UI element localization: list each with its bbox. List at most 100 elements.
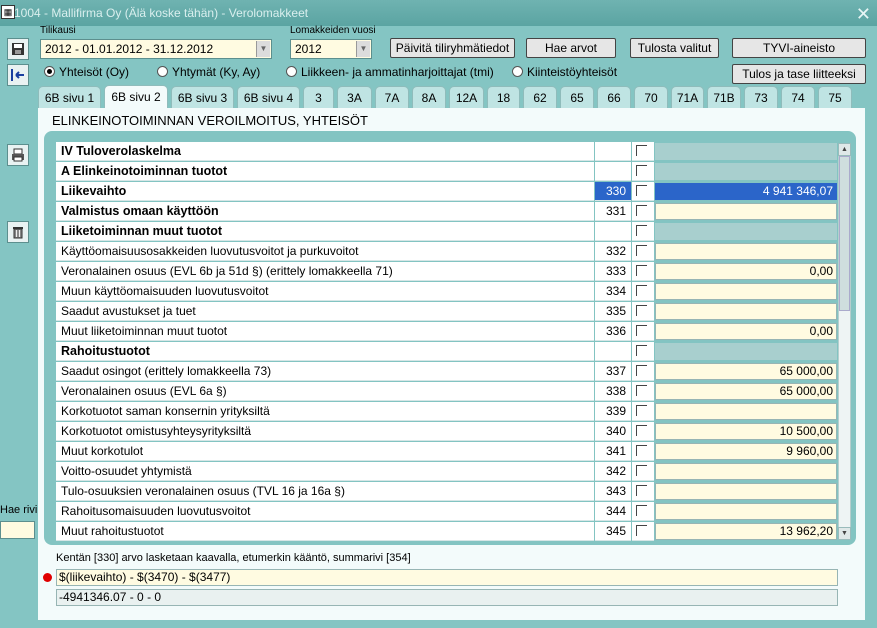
row-checkbox[interactable] (632, 222, 654, 241)
row-checkbox[interactable] (632, 242, 654, 261)
result-field: -4941346.07 - 0 - 0 (56, 589, 838, 606)
row-value[interactable]: 13 962,20 (655, 523, 837, 540)
row-value[interactable]: 10 500,00 (655, 423, 837, 440)
row-value[interactable]: 65 000,00 (655, 383, 837, 400)
row-value[interactable]: 0,00 (655, 323, 837, 340)
tab-12a[interactable]: 12A (449, 86, 484, 108)
tab-7a[interactable]: 7A (375, 86, 409, 108)
scroll-up-icon[interactable]: ▲ (838, 143, 851, 156)
row-label: Tulo-osuuksien veronalainen osuus (TVL 1… (56, 482, 594, 501)
radio-dot (44, 66, 55, 77)
tyvi-button[interactable]: TYVI-aineisto (732, 38, 866, 58)
row-value[interactable] (655, 283, 837, 300)
row-label: Veronalainen osuus (EVL 6a §) (56, 382, 594, 401)
delete-icon[interactable] (7, 221, 29, 243)
row-value[interactable] (655, 403, 837, 420)
row-checkbox[interactable] (632, 302, 654, 321)
title-bar: ▦ 1004 - Mallifirma Oy (Älä koske tähän)… (0, 0, 877, 26)
row-checkbox[interactable] (632, 362, 654, 381)
radio-dot (512, 66, 523, 77)
row-label: Rahoitusomaisuuden luovutusvoitot (56, 502, 594, 521)
row-label: A Elinkeinotoiminnan tuotot (56, 162, 594, 181)
tab-71b[interactable]: 71B (707, 86, 741, 108)
row-checkbox[interactable] (632, 522, 654, 541)
tab-62[interactable]: 62 (523, 86, 557, 108)
tab-65[interactable]: 65 (560, 86, 594, 108)
print-icon[interactable] (7, 144, 29, 166)
tab-6b-sivu-1[interactable]: 6B sivu 1 (38, 86, 101, 108)
row-label: Veronalainen osuus (EVL 6b ja 51d §) (er… (56, 262, 594, 281)
row-checkbox[interactable] (632, 322, 654, 341)
radio-dot (157, 66, 168, 77)
row-checkbox[interactable] (632, 382, 654, 401)
tab-66[interactable]: 66 (597, 86, 631, 108)
row-checkbox[interactable] (632, 282, 654, 301)
row-label: Korkotuotot saman konsernin yrityksiltä (56, 402, 594, 421)
tab-8a[interactable]: 8A (412, 86, 446, 108)
row-value[interactable]: 4 941 346,07 (655, 183, 837, 200)
row-label: Rahoitustuotot (56, 342, 594, 361)
row-checkbox[interactable] (632, 262, 654, 281)
paivita-button[interactable]: Päivitä tiliryhmätiedot (390, 38, 515, 58)
row-label: Valmistus omaan käyttöön (56, 202, 594, 221)
chevron-down-icon: ▼ (256, 41, 270, 57)
tab-6b-sivu-2[interactable]: 6B sivu 2 (104, 85, 168, 109)
chevron-down-icon: ▼ (356, 41, 370, 57)
scroll-down-icon[interactable]: ▼ (838, 527, 851, 540)
row-code: 340 (595, 422, 631, 441)
tab-3a[interactable]: 3A (337, 86, 372, 108)
radio-yhteisot[interactable]: Yhteisöt (Oy) (44, 65, 129, 79)
row-checkbox[interactable] (632, 342, 654, 361)
app-icon: ▦ (1, 5, 15, 19)
tab-6b-sivu-3[interactable]: 6B sivu 3 (171, 86, 234, 108)
row-checkbox[interactable] (632, 482, 654, 501)
row-value[interactable]: 0,00 (655, 263, 837, 280)
exit-icon[interactable] (7, 64, 29, 86)
row-checkbox[interactable] (632, 462, 654, 481)
tab-70[interactable]: 70 (634, 86, 668, 108)
row-code: 344 (595, 502, 631, 521)
tab-3[interactable]: 3 (303, 86, 334, 108)
tab-75[interactable]: 75 (818, 86, 852, 108)
tab-71a[interactable]: 71A (671, 86, 704, 108)
row-value[interactable] (655, 503, 837, 520)
row-checkbox[interactable] (632, 162, 654, 181)
tab-74[interactable]: 74 (781, 86, 815, 108)
row-checkbox[interactable] (632, 142, 654, 161)
hae-arvot-button[interactable]: Hae arvot (526, 38, 616, 58)
row-value[interactable]: 9 960,00 (655, 443, 837, 460)
radio-kiinteisto[interactable]: Kiinteistöyhteisöt (512, 65, 617, 79)
radio-liikkeen[interactable]: Liikkeen- ja ammatinharjoittajat (tmi) (286, 65, 494, 79)
tab-73[interactable]: 73 (744, 86, 778, 108)
row-value[interactable] (655, 243, 837, 260)
row-code: 338 (595, 382, 631, 401)
row-value[interactable]: 65 000,00 (655, 363, 837, 380)
row-checkbox[interactable] (632, 182, 654, 201)
tulosta-button[interactable]: Tulosta valitut (630, 38, 719, 58)
radio-yhtymat[interactable]: Yhtymät (Ky, Ay) (157, 65, 260, 79)
hae-rivi-label: Hae rivi (0, 504, 38, 516)
hae-rivi-input[interactable] (0, 521, 35, 539)
tilikausi-label: Tilikausi (40, 25, 76, 36)
row-value[interactable] (655, 463, 837, 480)
scroll-thumb[interactable] (839, 156, 850, 311)
row-checkbox[interactable] (632, 402, 654, 421)
tilikausi-select[interactable]: 2012 - 01.01.2012 - 31.12.2012 ▼ (40, 39, 272, 59)
row-value[interactable] (655, 303, 837, 320)
row-checkbox[interactable] (632, 502, 654, 521)
row-checkbox[interactable] (632, 442, 654, 461)
tab-6b-sivu-4[interactable]: 6B sivu 4 (237, 86, 300, 108)
save-icon[interactable] (7, 38, 29, 60)
formula-field[interactable]: $(liikevaihto) - $(3470) - $(3477) (56, 569, 838, 586)
tulos-tase-button[interactable]: Tulos ja tase liitteeksi (732, 64, 866, 84)
vuosi-select[interactable]: 2012 ▼ (290, 39, 372, 59)
row-value[interactable] (655, 483, 837, 500)
row-code: 343 (595, 482, 631, 501)
row-checkbox[interactable] (632, 422, 654, 441)
row-value[interactable] (655, 203, 837, 220)
tab-18[interactable]: 18 (487, 86, 520, 108)
close-button[interactable]: ✕ (856, 1, 871, 27)
error-dot-icon (43, 573, 52, 582)
row-label: Korkotuotot omistusyhteysyrityksiltä (56, 422, 594, 441)
row-checkbox[interactable] (632, 202, 654, 221)
